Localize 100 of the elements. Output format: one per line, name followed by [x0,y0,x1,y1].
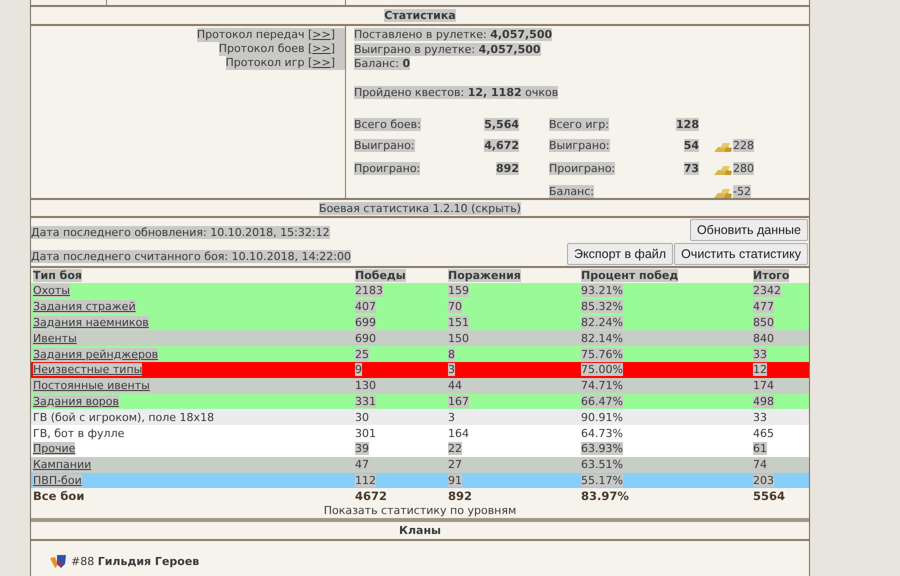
levels-link[interactable]: Показать статистику по уровням [324,504,516,518]
table-cell: 85.32% [581,300,623,314]
table-cell: 44 [448,379,462,392]
clan-emblem-icon [49,553,67,570]
column-header: Тип боя [33,269,82,282]
table-cell: 75.76% [581,348,623,361]
table-cell: 159 [448,284,469,298]
table-cell: 63.93% [581,442,623,456]
table-cell: 25 [355,348,369,361]
table-cell: 477 [753,300,774,314]
last-battle-date: Дата последнего считанного боя: 10.10.2018, 14:22:00 [31,250,351,263]
table-cell: 90.91% [581,410,623,424]
table-cell: 61 [753,442,767,456]
section-title[interactable]: Боевая статистика 1.2.10 (скрыть) [319,202,521,214]
stat-label: Выиграно: [354,139,415,152]
table-cell: 75.00% [581,363,623,376]
table-cell: 203 [753,474,774,487]
column-header: Победы [355,269,406,282]
export-button[interactable]: Экспорт в файл [567,243,674,265]
table-cell: 840 [753,332,774,345]
table-cell: 27 [448,458,462,472]
table-cell: 33 [753,348,767,361]
battle-type-link[interactable]: Неизвестные типы [33,363,142,376]
refresh-button[interactable]: Обновить данные [690,219,808,241]
battle-type-link[interactable]: Ивенты [33,332,77,345]
stat-label: Выиграно: [549,139,610,152]
table-cell: ГВ, бот в фулле [33,426,124,440]
column-header: Процент побед [581,269,678,282]
stat-label: Проиграно: [354,162,420,175]
table-cell: 70 [448,300,462,314]
table-cell: 91 [448,474,462,487]
update-date: Дата последнего обновления: 10.10.2018, 15:32:12 [31,226,330,239]
table-cell: 4672 [355,488,388,503]
stat-label: Баланс: [549,185,594,198]
table-cell: 74.71% [581,379,623,392]
table-cell: 74 [753,458,767,472]
game-amount: 228 [733,139,754,152]
column-header: Итого [753,269,790,282]
table-cell: 82.24% [581,316,623,329]
stat-label: Всего боев: [354,118,421,130]
table-cell: 164 [448,426,469,440]
stat-value: 73 [684,162,699,175]
battle-type-link[interactable]: ПВП-бои [33,474,82,487]
section-title: Кланы [398,524,442,538]
table-cell: Все бои [33,488,84,503]
table-cell: 167 [448,394,469,408]
protocol-link[interactable]: >> [312,56,331,69]
table-cell: 699 [355,316,376,329]
protocol-link-row: Протокол игр [>>] [226,56,345,70]
table-cell: 22 [448,442,462,456]
quest-text: Пройдено квестов: 12, 1182 очков [354,86,558,98]
table-cell: 8 [448,348,455,361]
battle-type-link[interactable]: Задания воров [33,394,120,408]
clan-name[interactable]: #88 Гильдия Героев [71,554,200,568]
game-amount: -52 [733,185,751,198]
stat-text: Баланс: 0 [354,57,410,70]
table-cell: 83.97% [581,488,629,503]
section-title: Статистика [384,9,456,22]
stat-text: Поставлено в рулетке: 4,057,500 [354,28,552,41]
protocol-link[interactable]: >> [312,42,331,55]
table-cell: 12 [753,363,767,376]
stat-value: 4,672 [484,139,519,152]
stat-text: Выиграно в рулетке: 4,057,500 [354,42,541,56]
battle-type-link[interactable]: Задания рейнджеров [33,348,158,361]
table-cell: 850 [753,316,774,329]
clear-button[interactable]: Очистить статистику [674,243,808,265]
battle-type-link[interactable]: Задания наемников [33,316,149,329]
battle-type-link[interactable]: Задания стражей [33,300,136,314]
table-cell: 30 [355,410,369,424]
table-cell: 690 [355,332,376,345]
table-cell: 130 [355,379,376,392]
stat-label: Всего игр: [549,118,609,130]
table-cell: 55.17% [581,474,623,487]
table-cell: 3 [448,410,455,424]
table-cell: 5564 [753,488,786,503]
battle-type-link[interactable]: Кампании [33,458,92,472]
table-cell: 39 [355,442,369,456]
battle-type-link[interactable]: Охоты [33,284,70,298]
protocol-link[interactable]: >> [312,28,331,41]
table-cell: 9 [355,363,362,376]
table-cell: 82.14% [581,332,623,345]
table-cell: 150 [448,332,469,345]
battle-type-link[interactable]: Постоянные ивенты [33,379,150,392]
table-cell: 301 [355,426,376,440]
stat-value: 5,564 [484,118,519,130]
table-cell: 151 [448,316,469,329]
protocol-link-row: Протокол передач [>>] [196,28,345,42]
column-header: Поражения [448,269,521,282]
game-amount: 280 [733,162,754,175]
table-cell: 33 [753,410,767,424]
stat-label: Проиграно: [549,162,616,175]
table-cell: 64.73% [581,426,623,440]
stat-value: 128 [676,118,699,130]
table-cell: 47 [355,458,369,472]
table-cell: 174 [753,379,774,392]
battle-type-link[interactable]: Прочие [33,442,76,456]
table-cell: 892 [448,488,472,503]
stat-value: 892 [496,162,519,175]
table-cell: 465 [753,426,774,440]
table-cell: 2342 [753,284,781,298]
